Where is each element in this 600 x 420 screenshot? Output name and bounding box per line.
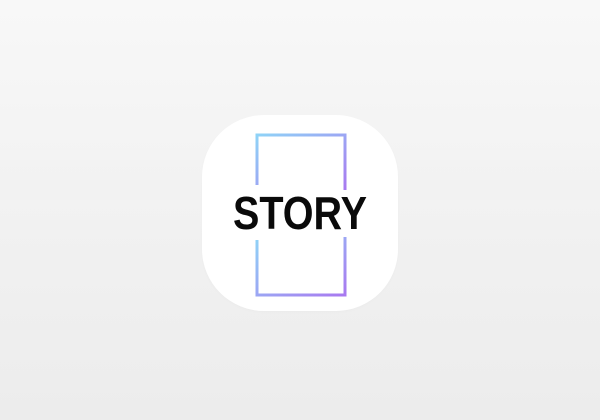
app-icon[interactable]: STORY — [202, 115, 398, 311]
app-logo-text: STORY — [232, 187, 368, 239]
